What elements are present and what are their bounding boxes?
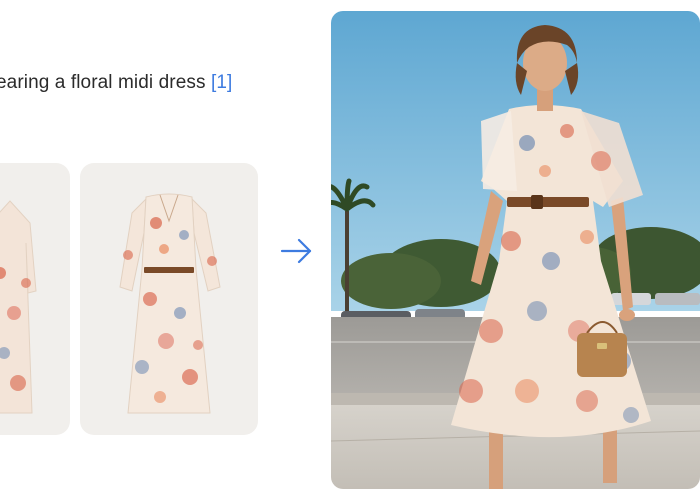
reference-image-card-1[interactable] bbox=[0, 163, 70, 435]
generated-result-image[interactable] bbox=[331, 11, 700, 489]
dress-product-image-1 bbox=[0, 200, 37, 414]
caption-text: earing a floral midi dress bbox=[0, 72, 206, 93]
dress-product-image-2 bbox=[119, 193, 221, 414]
model-in-floral-dress-photo bbox=[331, 11, 700, 489]
reference-image-card-2[interactable] bbox=[80, 163, 258, 435]
arrow-right-icon bbox=[280, 238, 312, 264]
prompt-caption: earing a floral midi dress [1] bbox=[0, 72, 232, 94]
reference-link[interactable]: [1] bbox=[211, 72, 232, 93]
